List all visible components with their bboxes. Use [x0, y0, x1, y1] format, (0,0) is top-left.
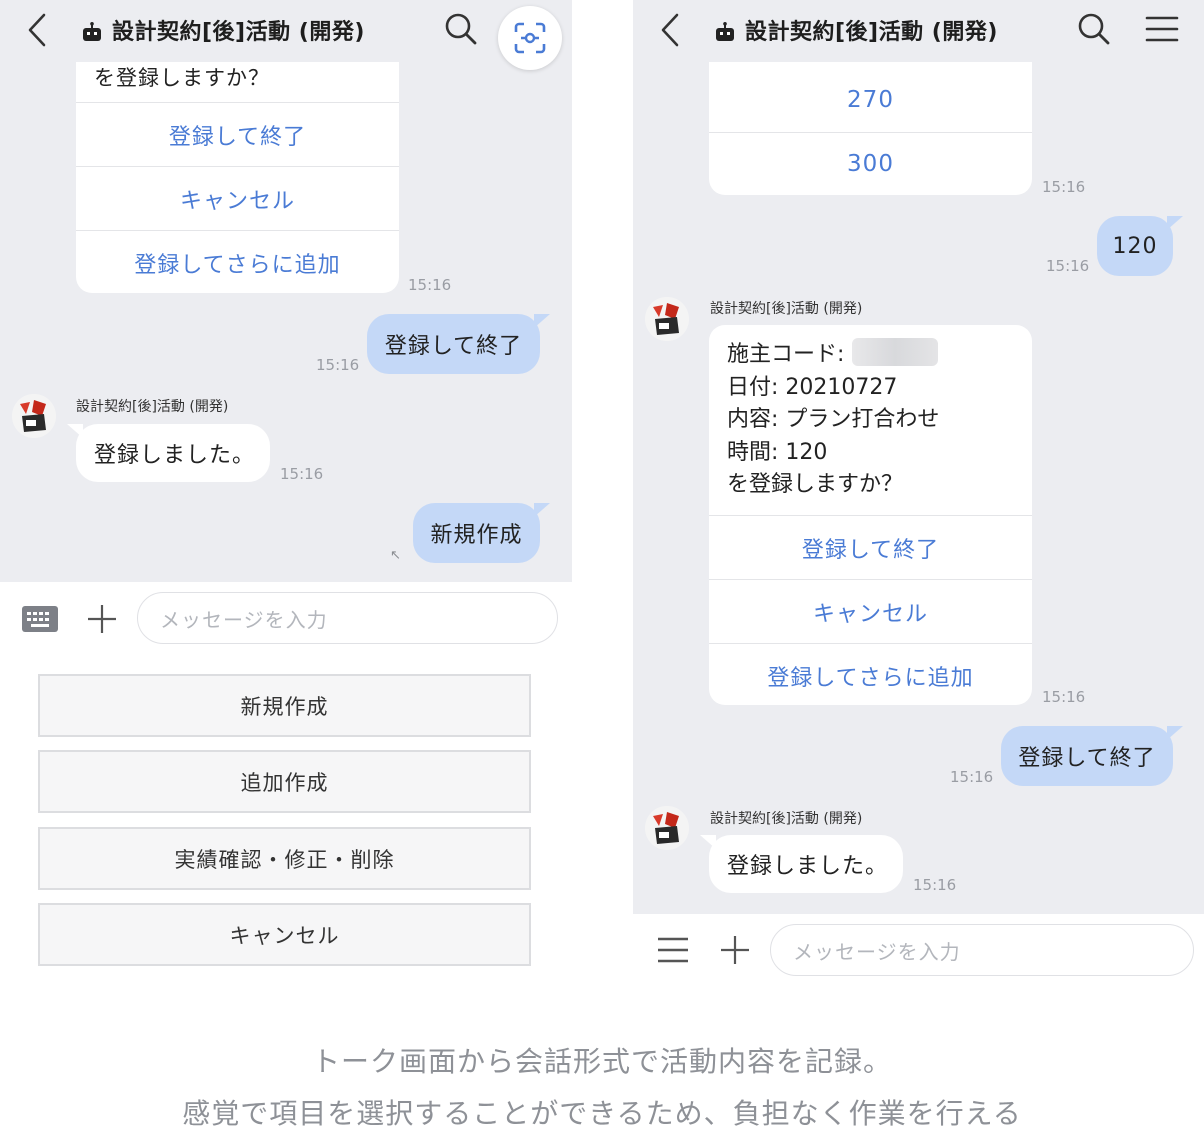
outgoing-message: 120 — [1097, 216, 1183, 276]
input-bar: メッセージを入力 — [633, 914, 1204, 990]
timestamp: 15:16 — [280, 465, 324, 483]
keyboard-icon[interactable] — [22, 606, 58, 636]
rich-menu: 新規作成 追加作成 実績確認・修正・削除 キャンセル — [0, 652, 572, 982]
redacted-value — [852, 338, 939, 366]
chat-title-text: 設計契約[後]活動 (開発) — [745, 20, 998, 45]
chat-title: 設計契約[後]活動 (開発) — [715, 14, 998, 48]
outgoing-message-text: 登録して終了 — [384, 334, 523, 359]
menu-cancel-button[interactable]: キャンセル — [38, 903, 531, 966]
owner-code-line: 施主コード: — [727, 338, 1014, 372]
back-arrow-icon[interactable] — [26, 12, 48, 48]
sender-name: 設計契約[後]活動 (開発) — [76, 399, 229, 415]
avatar-icon — [645, 297, 689, 341]
option-270-button[interactable]: 270 — [709, 68, 1032, 132]
timestamp: 15:16 — [408, 276, 452, 294]
outgoing-message-text: 120 — [1112, 233, 1158, 259]
outgoing-message-text: 新規作成 — [430, 523, 523, 548]
timestamp: 15:16 — [950, 768, 994, 786]
scan-icon[interactable] — [498, 6, 562, 70]
search-icon[interactable] — [1077, 12, 1111, 50]
avatar-icon — [12, 394, 56, 438]
incoming-message: 登録しました。 — [67, 424, 270, 482]
left-chat-screen: を登録しますか？ 登録して終了 キャンセル 登録してさらに追加 15:16 登録… — [0, 0, 572, 982]
time-line: 時間: 120 — [727, 439, 828, 465]
cancel-button[interactable]: キャンセル — [709, 579, 1032, 643]
confirm-question: を登録しますか？ — [727, 472, 904, 497]
finish-button[interactable]: 登録して終了 — [76, 102, 399, 166]
caption-line-1: トーク画面から会話形式で活動内容を記録。 — [311, 1045, 892, 1078]
finish-button[interactable]: 登録して終了 — [709, 515, 1032, 579]
option-300-button[interactable]: 300 — [709, 132, 1032, 195]
message-input[interactable]: メッセージを入力 — [137, 592, 558, 644]
incoming-message-text: 登録しました。 — [94, 443, 256, 468]
outgoing-message: 登録して終了 — [1001, 726, 1183, 786]
right-chat-screen: 270 300 15:16 120 15:16 設計契約[後]活動 (開発) 施… — [633, 0, 1204, 990]
confirm-card: 施主コード: 日付: 20210727 内容: プラン打合わせ 時間: 120 … — [709, 325, 1032, 705]
menu-icon[interactable] — [1145, 15, 1179, 47]
chat-header: 設計契約[後]活動 (開発) — [633, 0, 1204, 62]
plus-icon[interactable] — [86, 603, 118, 639]
chat-title-text: 設計契約[後]活動 (開発) — [112, 20, 365, 45]
resize-arrow-icon: ↖ — [390, 548, 401, 563]
timestamp: 15:16 — [316, 356, 360, 374]
option-card: 270 300 — [709, 40, 1032, 195]
confirm-card: を登録しますか？ 登録して終了 キャンセル 登録してさらに追加 — [76, 40, 399, 293]
chat-title: 設計契約[後]活動 (開発) — [82, 14, 365, 48]
sender-name: 設計契約[後]活動 (開発) — [710, 301, 863, 317]
chat-header: 設計契約[後]活動 (開発) — [0, 0, 572, 70]
register-more-button[interactable]: 登録してさらに追加 — [709, 643, 1032, 705]
search-icon[interactable] — [444, 12, 478, 50]
message-input[interactable]: メッセージを入力 — [770, 924, 1194, 976]
outgoing-message: 新規作成 — [413, 503, 550, 563]
content-line: 内容: プラン打合わせ — [727, 407, 940, 432]
menu-review-button[interactable]: 実績確認・修正・削除 — [38, 827, 531, 890]
owner-code-label: 施主コード: — [727, 342, 845, 367]
confirm-card-body: 施主コード: 日付: 20210727 内容: プラン打合わせ 時間: 120 … — [709, 325, 1032, 515]
outgoing-message-text: 登録して終了 — [1018, 746, 1156, 771]
incoming-message: 登録しました。 — [700, 835, 903, 893]
outgoing-message: 登録して終了 — [367, 314, 550, 374]
date-line: 日付: 20210727 — [727, 374, 898, 400]
bot-icon — [82, 22, 102, 48]
timestamp: 15:16 — [1046, 257, 1090, 275]
timestamp: 15:16 — [913, 876, 957, 894]
incoming-message-text: 登録しました。 — [727, 854, 889, 879]
register-more-button[interactable]: 登録してさらに追加 — [76, 230, 399, 293]
menu-new-button[interactable]: 新規作成 — [38, 674, 531, 737]
back-arrow-icon[interactable] — [659, 12, 681, 48]
cancel-button[interactable]: キャンセル — [76, 166, 399, 230]
caption-line-2: 感覚で項目を選択することができるため、負担なく作業を行える — [182, 1097, 1022, 1130]
bot-icon — [715, 22, 735, 48]
menu-add-button[interactable]: 追加作成 — [38, 750, 531, 813]
plus-icon[interactable] — [719, 934, 751, 970]
menu-icon[interactable] — [657, 936, 689, 968]
timestamp: 15:16 — [1042, 688, 1086, 706]
avatar-icon — [645, 806, 689, 850]
timestamp: 15:16 — [1042, 178, 1086, 196]
input-bar: メッセージを入力 — [0, 582, 572, 652]
sender-name: 設計契約[後]活動 (開発) — [710, 811, 863, 827]
